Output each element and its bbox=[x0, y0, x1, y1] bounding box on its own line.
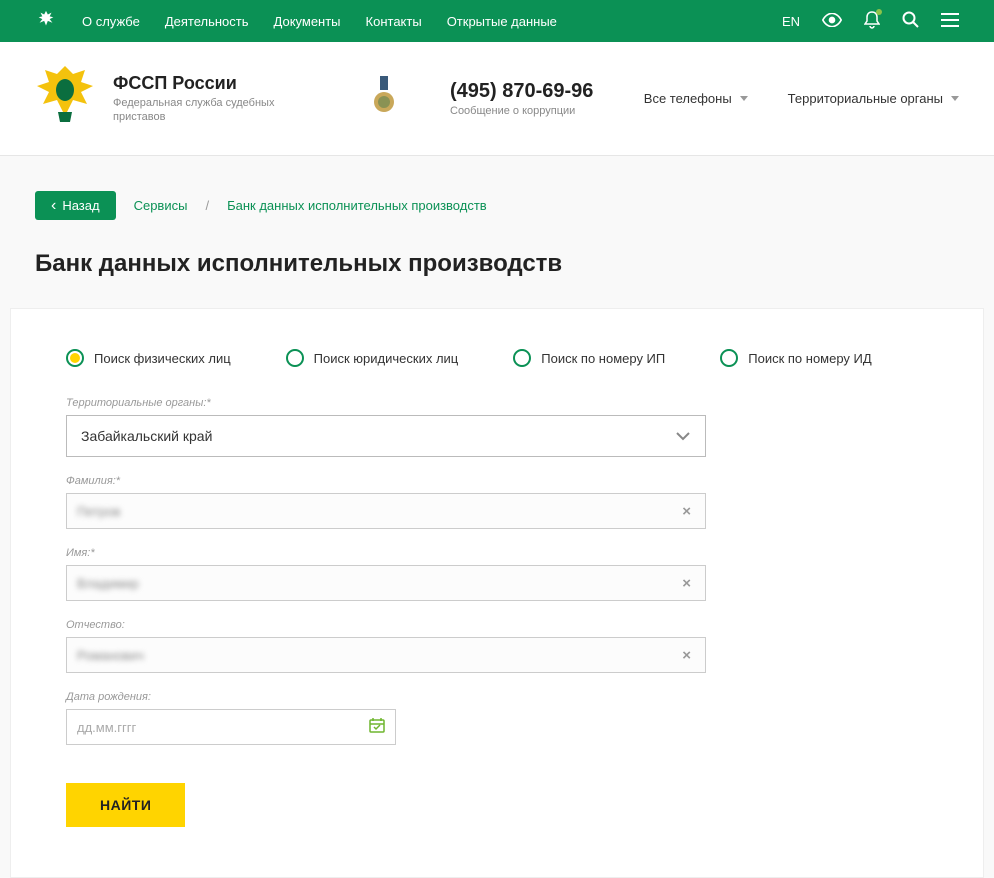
top-right-controls: EN bbox=[782, 11, 959, 32]
medal-icon bbox=[373, 76, 395, 121]
territorial-label: Территориальные органы bbox=[788, 91, 943, 106]
accessibility-icon[interactable] bbox=[822, 13, 842, 30]
radio-label: Поиск физических лиц bbox=[94, 351, 231, 366]
clear-icon[interactable]: × bbox=[678, 647, 695, 664]
site-subtitle: Федеральная служба судебных приставов bbox=[113, 96, 313, 125]
phone-caption: Сообщение о коррупции bbox=[450, 105, 593, 117]
notifications-icon[interactable] bbox=[864, 11, 880, 32]
region-select[interactable]: Забайкальский край bbox=[66, 415, 706, 457]
name-field: Имя:* Владимир × bbox=[66, 547, 928, 601]
surname-input[interactable]: Петров × bbox=[66, 493, 706, 529]
clear-icon[interactable]: × bbox=[678, 503, 695, 520]
patronymic-input[interactable]: Романович × bbox=[66, 637, 706, 673]
site-header: ФССП России Федеральная служба судебных … bbox=[0, 42, 994, 156]
name-input[interactable]: Владимир × bbox=[66, 565, 706, 601]
territorial-dropdown[interactable]: Территориальные органы bbox=[788, 91, 959, 106]
surname-value: Петров bbox=[77, 504, 678, 519]
nav-activity[interactable]: Деятельность bbox=[165, 14, 249, 29]
nav-contacts[interactable]: Контакты bbox=[366, 14, 422, 29]
top-navbar: О службе Деятельность Документы Контакты… bbox=[0, 0, 994, 42]
dob-label: Дата рождения: bbox=[66, 691, 928, 703]
radio-label: Поиск юридических лиц bbox=[314, 351, 459, 366]
dob-input[interactable]: дд.мм.гггг bbox=[66, 709, 396, 745]
region-label: Территориальные органы:* bbox=[66, 397, 928, 409]
breadcrumb-separator: / bbox=[205, 198, 209, 213]
chevron-down-icon bbox=[951, 96, 959, 101]
radio-icon bbox=[513, 349, 531, 367]
top-nav-links: О службе Деятельность Документы Контакты… bbox=[82, 14, 782, 29]
calendar-icon[interactable] bbox=[369, 717, 385, 738]
all-phones-dropdown[interactable]: Все телефоны bbox=[644, 91, 748, 106]
dob-placeholder: дд.мм.гггг bbox=[77, 720, 369, 735]
search-button[interactable]: НАЙТИ bbox=[66, 783, 185, 827]
breadcrumb-current: Банк данных исполнительных производств bbox=[227, 198, 487, 213]
site-title: ФССП России bbox=[113, 73, 313, 94]
clear-icon[interactable]: × bbox=[678, 575, 695, 592]
chevron-down-icon bbox=[675, 431, 691, 441]
breadcrumb-row: Назад Сервисы / Банк данных исполнительн… bbox=[0, 156, 994, 240]
site-title-block: ФССП России Федеральная служба судебных … bbox=[113, 73, 313, 125]
phone-block: (495) 870-69-96 Сообщение о коррупции bbox=[450, 80, 593, 117]
header-dropdowns: Все телефоны Территориальные органы bbox=[644, 91, 959, 106]
radio-label: Поиск по номеру ИД bbox=[748, 351, 871, 366]
radio-icon bbox=[720, 349, 738, 367]
patronymic-label: Отчество: bbox=[66, 619, 928, 631]
radio-icon bbox=[286, 349, 304, 367]
region-value: Забайкальский край bbox=[81, 428, 212, 444]
chevron-down-icon bbox=[740, 96, 748, 101]
radio-label: Поиск по номеру ИП bbox=[541, 351, 665, 366]
patronymic-value: Романович bbox=[77, 648, 678, 663]
dob-field: Дата рождения: дд.мм.гггг bbox=[66, 691, 928, 745]
back-button[interactable]: Назад bbox=[35, 191, 116, 220]
breadcrumb-services[interactable]: Сервисы bbox=[134, 198, 188, 213]
patronymic-field: Отчество: Романович × bbox=[66, 619, 928, 673]
search-form-panel: Поиск физических лиц Поиск юридических л… bbox=[10, 308, 984, 878]
radio-icon bbox=[66, 349, 84, 367]
region-field: Территориальные органы:* Забайкальский к… bbox=[66, 397, 928, 457]
nav-about[interactable]: О службе bbox=[82, 14, 140, 29]
phone-number: (495) 870-69-96 bbox=[450, 80, 593, 103]
name-label: Имя:* bbox=[66, 547, 928, 559]
name-value: Владимир bbox=[77, 576, 678, 591]
language-switch[interactable]: EN bbox=[782, 14, 800, 29]
nav-documents[interactable]: Документы bbox=[274, 14, 341, 29]
page-title: Банк данных исполнительных производств bbox=[0, 240, 994, 308]
radio-individuals[interactable]: Поиск физических лиц bbox=[66, 349, 231, 367]
fssp-emblem-icon bbox=[35, 64, 95, 133]
radio-ip-number[interactable]: Поиск по номеру ИП bbox=[513, 349, 665, 367]
nav-open-data[interactable]: Открытые данные bbox=[447, 14, 557, 29]
search-icon[interactable] bbox=[902, 11, 919, 31]
radio-legal-entities[interactable]: Поиск юридических лиц bbox=[286, 349, 459, 367]
surname-label: Фамилия:* bbox=[66, 475, 928, 487]
all-phones-label: Все телефоны bbox=[644, 91, 732, 106]
surname-field: Фамилия:* Петров × bbox=[66, 475, 928, 529]
menu-icon[interactable] bbox=[941, 13, 959, 30]
radio-id-number[interactable]: Поиск по номеру ИД bbox=[720, 349, 871, 367]
gov-emblem-icon bbox=[35, 9, 57, 34]
search-type-radios: Поиск физических лиц Поиск юридических л… bbox=[66, 349, 928, 367]
